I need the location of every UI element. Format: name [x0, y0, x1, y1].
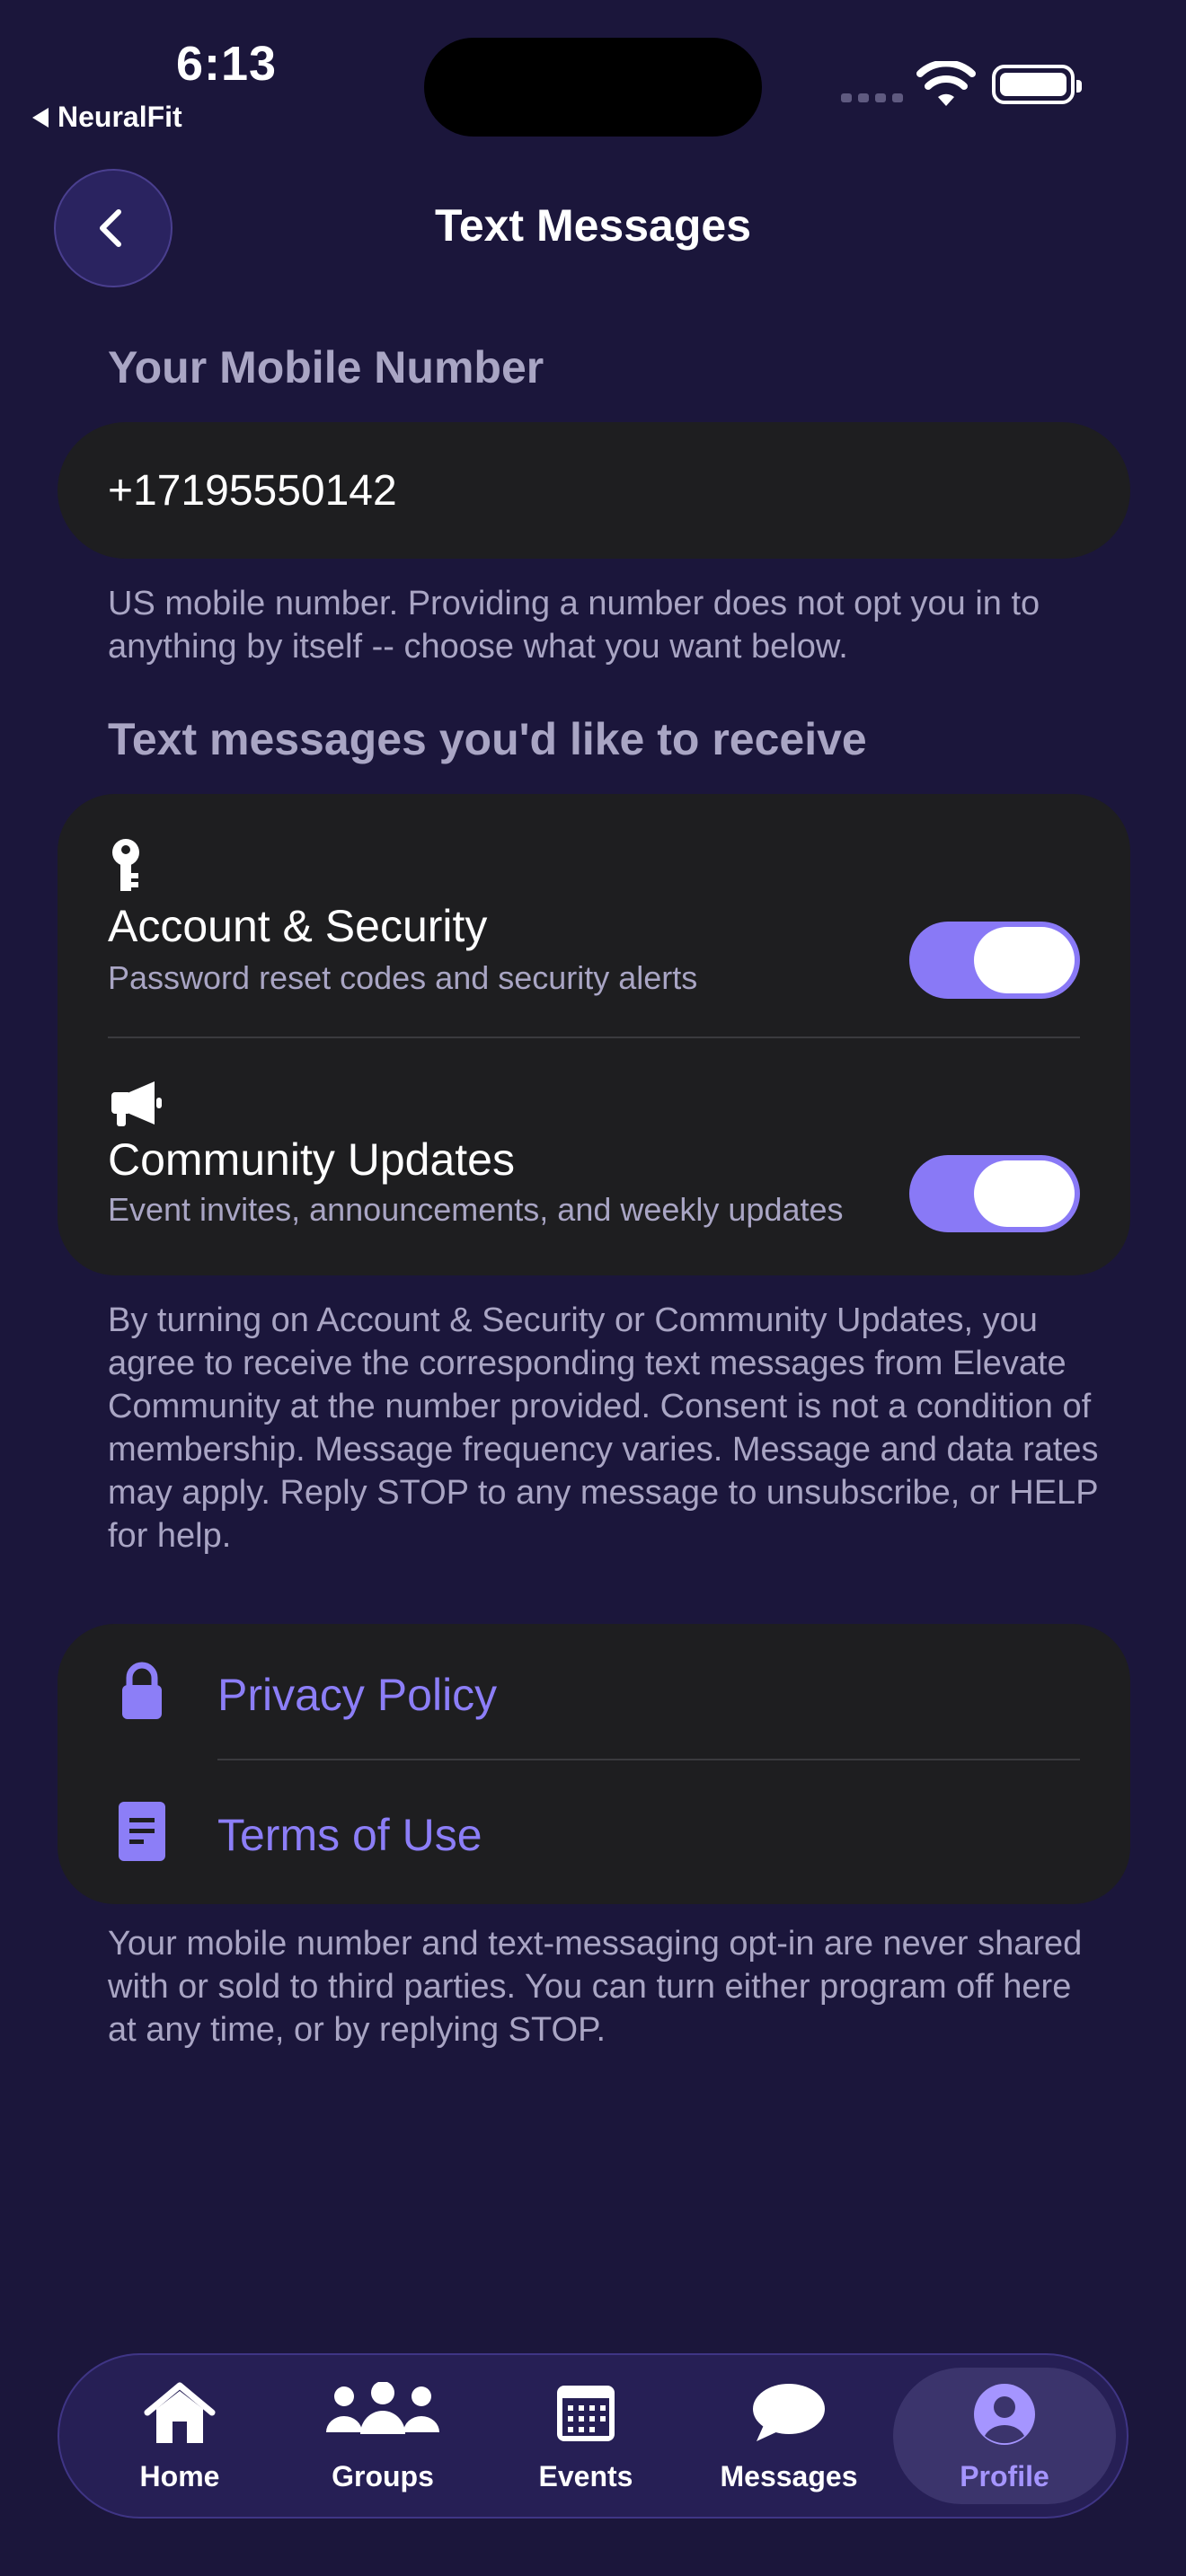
chat-bubble-icon [753, 2384, 825, 2441]
account-security-row: Account & Security Password reset codes … [108, 837, 1080, 1026]
back-to-app-link[interactable]: NeuralFit [32, 101, 182, 134]
account-security-subtitle: Password reset codes and security alerts [108, 959, 698, 996]
profile-icon [974, 2384, 1035, 2445]
privacy-policy-label: Privacy Policy [217, 1670, 498, 1720]
preferences-divider [108, 1037, 1080, 1038]
lock-icon [122, 1662, 162, 1719]
tab-events[interactable]: Events [492, 2368, 679, 2504]
wifi-icon [916, 61, 976, 106]
legal-links-card: Privacy Policy Terms of Use [58, 1624, 1130, 1904]
tab-events-label: Events [538, 2460, 633, 2492]
home-icon [144, 2382, 216, 2443]
document-icon [119, 1802, 165, 1861]
calendar-icon [557, 2386, 615, 2441]
back-app-label: NeuralFit [58, 101, 182, 133]
toggle-knob [974, 927, 1075, 993]
mobile-number-input[interactable] [108, 465, 1080, 516]
toggle-knob [974, 1160, 1075, 1227]
legal-divider [217, 1759, 1080, 1760]
preferences-label: Text messages you'd like to receive [108, 714, 867, 764]
privacy-policy-link[interactable]: Privacy Policy [58, 1624, 1130, 1764]
community-updates-title: Community Updates [108, 1134, 515, 1185]
tab-messages-label: Messages [720, 2460, 858, 2492]
groups-icon [326, 2382, 439, 2434]
tab-messages[interactable]: Messages [695, 2368, 882, 2504]
text-messages-screen: 6:13 NeuralFit Text Messages Your Mobile… [0, 0, 1186, 2576]
megaphone-icon [111, 1081, 162, 1126]
consent-text: By turning on Account & Security or Comm… [108, 1301, 1099, 1555]
dynamic-island [424, 38, 762, 137]
terms-of-use-label: Terms of Use [217, 1810, 482, 1860]
community-updates-subtitle: Event invites, announcements, and weekly… [108, 1191, 844, 1228]
mobile-helper-text: US mobile number. Providing a number doe… [108, 585, 1040, 666]
cellular-signal-icon [841, 93, 903, 102]
mobile-number-label: Your Mobile Number [108, 342, 544, 393]
preferences-card: Account & Security Password reset codes … [58, 794, 1130, 1275]
account-security-title: Account & Security [108, 901, 488, 951]
account-security-toggle[interactable] [909, 922, 1080, 999]
tab-home[interactable]: Home [86, 2368, 273, 2504]
terms-of-use-link[interactable]: Terms of Use [58, 1764, 1130, 1904]
tab-home-label: Home [139, 2460, 220, 2492]
community-updates-row: Community Updates Event invites, announc… [108, 1080, 1080, 1268]
privacy-footer-text: Your mobile number and text-messaging op… [108, 1925, 1083, 2049]
status-time: 6:13 [176, 37, 278, 91]
key-icon [112, 839, 139, 891]
tab-profile-label: Profile [960, 2460, 1049, 2492]
battery-icon [992, 65, 1082, 104]
page-title: Text Messages [434, 200, 752, 251]
tab-profile[interactable]: Profile [893, 2368, 1116, 2504]
community-updates-toggle[interactable] [909, 1155, 1080, 1232]
tab-groups[interactable]: Groups [289, 2368, 476, 2504]
mobile-number-field[interactable] [58, 422, 1130, 559]
tab-groups-label: Groups [332, 2460, 434, 2492]
tab-bar: Home Groups Events Messages Profile [58, 2353, 1128, 2519]
back-triangle-icon [32, 107, 49, 128]
